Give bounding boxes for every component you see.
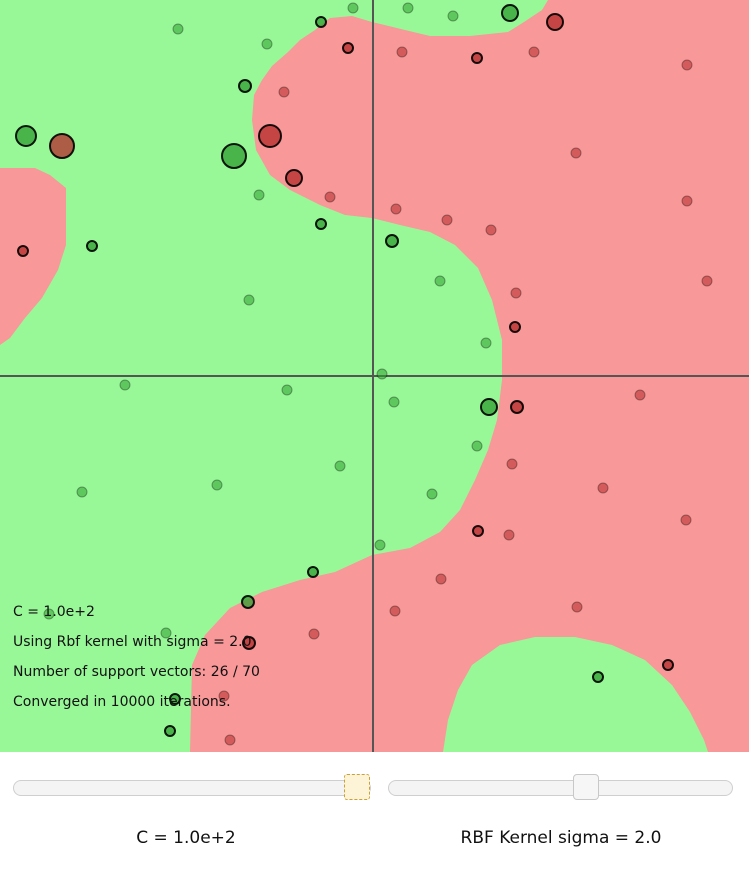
c-slider-thumb[interactable] [344, 774, 370, 800]
positive-sample-point-support-vector [238, 79, 252, 93]
negative-sample-point [278, 86, 290, 98]
positive-sample-point [253, 189, 265, 201]
negative-sample-point [308, 628, 320, 640]
negative-sample-point-support-vector [509, 321, 521, 333]
overlay-c-text: C = 1.0e+2 [13, 604, 95, 620]
negative-sample-point [570, 147, 582, 159]
negative-sample-point-support-vector [17, 245, 29, 257]
negative-sample-point [528, 46, 540, 58]
positive-sample-point-support-vector [86, 240, 98, 252]
negative-sample-point [396, 46, 408, 58]
positive-sample-point-support-vector [241, 595, 255, 609]
negative-sample-point-support-vector [662, 659, 674, 671]
positive-sample-point-support-vector [315, 16, 327, 28]
positive-sample-point [480, 337, 492, 349]
positive-sample-point [447, 10, 459, 22]
positive-sample-point-support-vector [385, 234, 399, 248]
negative-sample-point [571, 601, 583, 613]
negative-sample-point-support-vector [342, 42, 354, 54]
positive-sample-point [281, 384, 293, 396]
positive-sample-point-support-vector [221, 143, 247, 169]
overlay-iterations-text: Converged in 10000 iterations. [13, 694, 231, 710]
negative-sample-point [435, 573, 447, 585]
c-value-label: C = 1.0e+2 [136, 828, 236, 848]
positive-sample-point-support-vector [480, 398, 498, 416]
positive-sample-point [434, 275, 446, 287]
negative-sample-point [224, 734, 236, 746]
negative-sample-point-support-vector [546, 13, 564, 31]
negative-sample-point [389, 605, 401, 617]
negative-sample-point [681, 59, 693, 71]
negative-sample-point [503, 529, 515, 541]
positive-sample-point [243, 294, 255, 306]
negative-sample-point-support-vector [258, 124, 282, 148]
negative-sample-point [680, 514, 692, 526]
negative-sample-point-support-vector [510, 400, 524, 414]
positive-sample-point [388, 396, 400, 408]
decision-surface-canvas[interactable]: C = 1.0e+2 Using Rbf kernel with sigma =… [0, 0, 749, 752]
negative-sample-point [485, 224, 497, 236]
positive-sample-point-support-vector [164, 725, 176, 737]
negative-sample-point-support-vector [472, 525, 484, 537]
positive-sample-point [426, 488, 438, 500]
svm-decision-plot[interactable]: C = 1.0e+2 Using Rbf kernel with sigma =… [0, 0, 749, 752]
positive-sample-point [374, 539, 386, 551]
negative-sample-point [441, 214, 453, 226]
positive-sample-point-support-vector [315, 218, 327, 230]
sigma-value-label: RBF Kernel sigma = 2.0 [460, 828, 662, 848]
negative-sample-point [597, 482, 609, 494]
positive-sample-point [172, 23, 184, 35]
overlay-kernel-text: Using Rbf kernel with sigma = 2.0 [13, 634, 252, 650]
negative-sample-point-support-vector [471, 52, 483, 64]
negative-sample-point-support-vector [49, 133, 75, 159]
positive-sample-point-support-vector [501, 4, 519, 22]
c-slider-track[interactable] [13, 774, 371, 800]
positive-sample-point [261, 38, 273, 50]
positive-sample-point-support-vector [592, 671, 604, 683]
positive-sample-point [211, 479, 223, 491]
positive-sample-point [347, 2, 359, 14]
positive-sample-point [471, 440, 483, 452]
sigma-slider-thumb[interactable] [572, 774, 599, 800]
positive-sample-point-support-vector [307, 566, 319, 578]
overlay-sv-count-text: Number of support vectors: 26 / 70 [13, 664, 260, 680]
positive-sample-point [119, 379, 131, 391]
negative-sample-point [390, 203, 402, 215]
sigma-slider-track[interactable] [388, 774, 733, 800]
negative-sample-point-support-vector [285, 169, 303, 187]
positive-sample-point [376, 368, 388, 380]
negative-sample-point [681, 195, 693, 207]
positive-sample-point-support-vector [15, 125, 37, 147]
negative-sample-point [324, 191, 336, 203]
negative-sample-point [701, 275, 713, 287]
negative-sample-point [510, 287, 522, 299]
positive-sample-point [334, 460, 346, 472]
positive-sample-point [76, 486, 88, 498]
positive-sample-point [402, 2, 414, 14]
negative-sample-point [634, 389, 646, 401]
negative-sample-point [506, 458, 518, 470]
